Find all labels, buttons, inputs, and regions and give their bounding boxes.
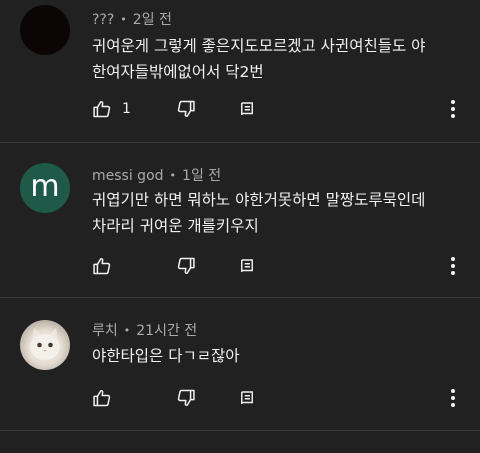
- like-count: 1: [122, 101, 131, 117]
- like-button[interactable]: [92, 386, 122, 410]
- reply-button[interactable]: [238, 97, 256, 121]
- reply-icon: [238, 100, 256, 118]
- avatar[interactable]: m: [20, 163, 70, 213]
- comment-meta: 루치 • 21시간 전: [92, 320, 197, 340]
- like-button[interactable]: [92, 254, 122, 278]
- thumbs-up-icon: [92, 256, 112, 276]
- comment-text: 야한타입은 다ㄱㄹ잖아: [92, 347, 240, 365]
- comment-meta: messi god • 1일 전: [92, 165, 221, 185]
- dislike-button[interactable]: [176, 97, 196, 121]
- timestamp[interactable]: 2일 전: [133, 12, 172, 28]
- comment-text: 귀엽기만 하면 뭐하노 야한거못하면 말짱도루묵인데 차라리 귀여운 개를키우지: [92, 191, 426, 235]
- separator-dot: •: [123, 324, 131, 337]
- cat-photo-icon: [30, 328, 60, 360]
- thumbs-up-icon: [92, 388, 112, 408]
- comment-actions: [92, 386, 472, 410]
- author-name[interactable]: 루치: [92, 323, 118, 339]
- timestamp[interactable]: 1일 전: [182, 168, 221, 184]
- thumbs-down-icon: [176, 388, 196, 408]
- dislike-button[interactable]: [176, 254, 196, 278]
- more-options-button[interactable]: [450, 254, 456, 278]
- reply-button[interactable]: [238, 254, 256, 278]
- reply-icon: [238, 257, 256, 275]
- thumbs-up-icon: [92, 99, 112, 119]
- dislike-button[interactable]: [176, 386, 196, 410]
- author-name[interactable]: ???: [92, 12, 114, 28]
- comment-meta: ??? • 2일 전: [92, 9, 172, 29]
- avatar-letter: m: [30, 169, 60, 204]
- comment-actions: [92, 254, 472, 278]
- separator-dot: •: [169, 169, 177, 182]
- more-vert-icon: [450, 388, 456, 408]
- like-button[interactable]: 1: [92, 97, 131, 121]
- thumbs-down-icon: [176, 256, 196, 276]
- author-name[interactable]: messi god: [92, 168, 164, 184]
- divider: [0, 142, 480, 143]
- comment-actions: 1: [92, 97, 472, 121]
- avatar[interactable]: [20, 320, 70, 370]
- reply-button[interactable]: [238, 386, 256, 410]
- thumbs-down-icon: [176, 99, 196, 119]
- divider: [0, 430, 480, 431]
- divider: [0, 297, 480, 298]
- more-vert-icon: [450, 256, 456, 276]
- timestamp[interactable]: 21시간 전: [136, 323, 197, 339]
- reply-icon: [238, 389, 256, 407]
- more-options-button[interactable]: [450, 386, 456, 410]
- separator-dot: •: [120, 13, 127, 26]
- comment-text: 귀여운게 그렇게 좋은지도모르겠고 사귄여친들도 야 한여자들밖에없어서 닥2번: [92, 37, 426, 81]
- more-options-button[interactable]: [450, 97, 456, 121]
- more-vert-icon: [450, 99, 456, 119]
- avatar[interactable]: [20, 5, 70, 55]
